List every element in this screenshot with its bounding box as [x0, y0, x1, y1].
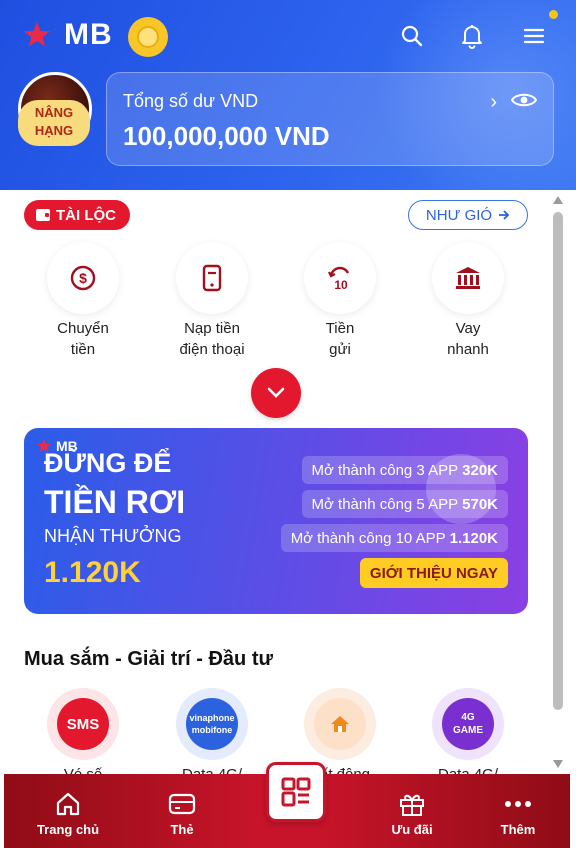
carrier-icon: vinaphone mobifone [186, 698, 238, 750]
balance-value: 100,000,000 VND [123, 121, 330, 151]
quick-action-label: Nạp tiền điện thoại [179, 320, 245, 358]
sms-icon: SMS [57, 698, 109, 750]
expand-button[interactable] [251, 368, 301, 418]
wallet-icon [36, 209, 50, 221]
scrollbar-thumb[interactable] [553, 212, 563, 710]
lucky-coin-icon[interactable] [128, 17, 168, 57]
wallet-chip[interactable]: TÀI LỘC [24, 200, 130, 230]
quick-action-loan[interactable]: Vay nhanh [432, 242, 504, 360]
search-icon[interactable] [398, 22, 426, 50]
main-content: TÀI LỘC NHƯ GIÓ $ Chuyển tiền Nạp tiền điệ… [0, 190, 576, 783]
nav-label: Thẻ [170, 822, 194, 837]
chevron-right-icon[interactable]: › [490, 91, 497, 114]
nav-more[interactable]: Thêm [473, 790, 563, 837]
nav-offers[interactable]: Ưu đãi [367, 790, 457, 837]
arrow-right-icon [499, 210, 510, 220]
quick-action-label: Tiền gửi [325, 320, 355, 358]
bank-icon [432, 242, 504, 314]
dollar-circle-icon: $ [47, 242, 119, 314]
promo-amount: 1.120K [44, 556, 141, 589]
header: MB NÂNG HẠNG Tổng số dư VND 100,000,000 … [0, 0, 576, 190]
phone-icon [176, 242, 248, 314]
service-game[interactable]: 4GGAME Data 4G/ [432, 688, 504, 783]
promo-cta-button[interactable]: GIỚI THIỆU NGAY [359, 558, 508, 588]
deposit-10-icon: 10 [304, 242, 376, 314]
promo-title-1: ĐỪNG ĐỂ [44, 448, 172, 478]
star-logo-icon [24, 22, 50, 47]
scroll-down-icon[interactable] [553, 760, 563, 768]
mode-chip-label: NHƯ GIÓ [425, 206, 493, 224]
svg-text:$: $ [79, 270, 87, 286]
nav-home[interactable]: Trang chủ [23, 790, 113, 837]
card-icon [137, 790, 227, 818]
chevron-down-icon [267, 387, 285, 398]
promo-offer: Mở thành công 10 APP 1.120K [280, 524, 508, 552]
quick-action-label: Vay nhanh [447, 320, 489, 358]
upgrade-line2: HẠNG [34, 123, 74, 138]
upgrade-badge[interactable]: NÂNG HẠNG [18, 100, 90, 146]
scrollbar[interactable] [551, 194, 565, 774]
quick-action-label: Chuyển tiền [57, 320, 109, 358]
dashboard-icon [281, 777, 311, 807]
scroll-up-icon[interactable] [553, 196, 563, 204]
wallet-chip-label: TÀI LỘC [56, 206, 116, 224]
gift-icon [367, 790, 457, 818]
menu-icon[interactable] [520, 22, 548, 50]
bell-icon[interactable] [458, 22, 486, 50]
upgrade-line1: NÂNG [34, 105, 74, 120]
balance-label: Tổng số dư VND [123, 91, 259, 111]
promo-title-2: TIỀN RƠI [44, 484, 186, 520]
promo-offer: Mở thành công 3 APP 320K [301, 456, 508, 484]
promo-offer: Mở thành công 5 APP 570K [301, 490, 508, 518]
brand-title: MB [64, 18, 113, 51]
house-icon [314, 698, 366, 750]
service-data-4g[interactable]: vinaphonemobifone Data 4G/ [176, 688, 248, 783]
more-dots-icon [473, 790, 563, 818]
notification-dot [549, 10, 558, 19]
svg-text:10: 10 [334, 278, 348, 292]
nav-card[interactable]: Thẻ [137, 790, 227, 837]
promo-banner[interactable]: MB ĐỪNG ĐỂ TIỀN RƠI NHẬN THƯỞNG 1.120K M… [24, 428, 528, 614]
mode-chip[interactable]: NHƯ GIÓ [408, 200, 528, 230]
nav-label: Trang chủ [36, 822, 100, 837]
quick-action-deposit[interactable]: 10 Tiền gửi [304, 242, 376, 360]
eye-icon[interactable] [510, 91, 538, 114]
promo-subtitle: NHẬN THƯỞNG [44, 526, 182, 546]
section-title: Mua sắm - Giải trí - Đầu tư [24, 648, 273, 670]
app-screen: MB NÂNG HẠNG Tổng số dư VND 100,000,000 … [0, 0, 576, 848]
service-lottery[interactable]: SMS Vé số [47, 688, 119, 783]
nav-label: Ưu đãi [391, 822, 433, 837]
game-icon: 4G GAME [442, 698, 494, 750]
quick-action-topup[interactable]: Nạp tiền điện thoại [176, 242, 248, 360]
home-icon [23, 790, 113, 818]
balance-card[interactable]: Tổng số dư VND 100,000,000 VND › [106, 72, 554, 166]
nav-center-button[interactable] [266, 762, 326, 822]
quick-action-transfer[interactable]: $ Chuyển tiền [47, 242, 119, 360]
nav-label: Thêm [500, 822, 536, 837]
